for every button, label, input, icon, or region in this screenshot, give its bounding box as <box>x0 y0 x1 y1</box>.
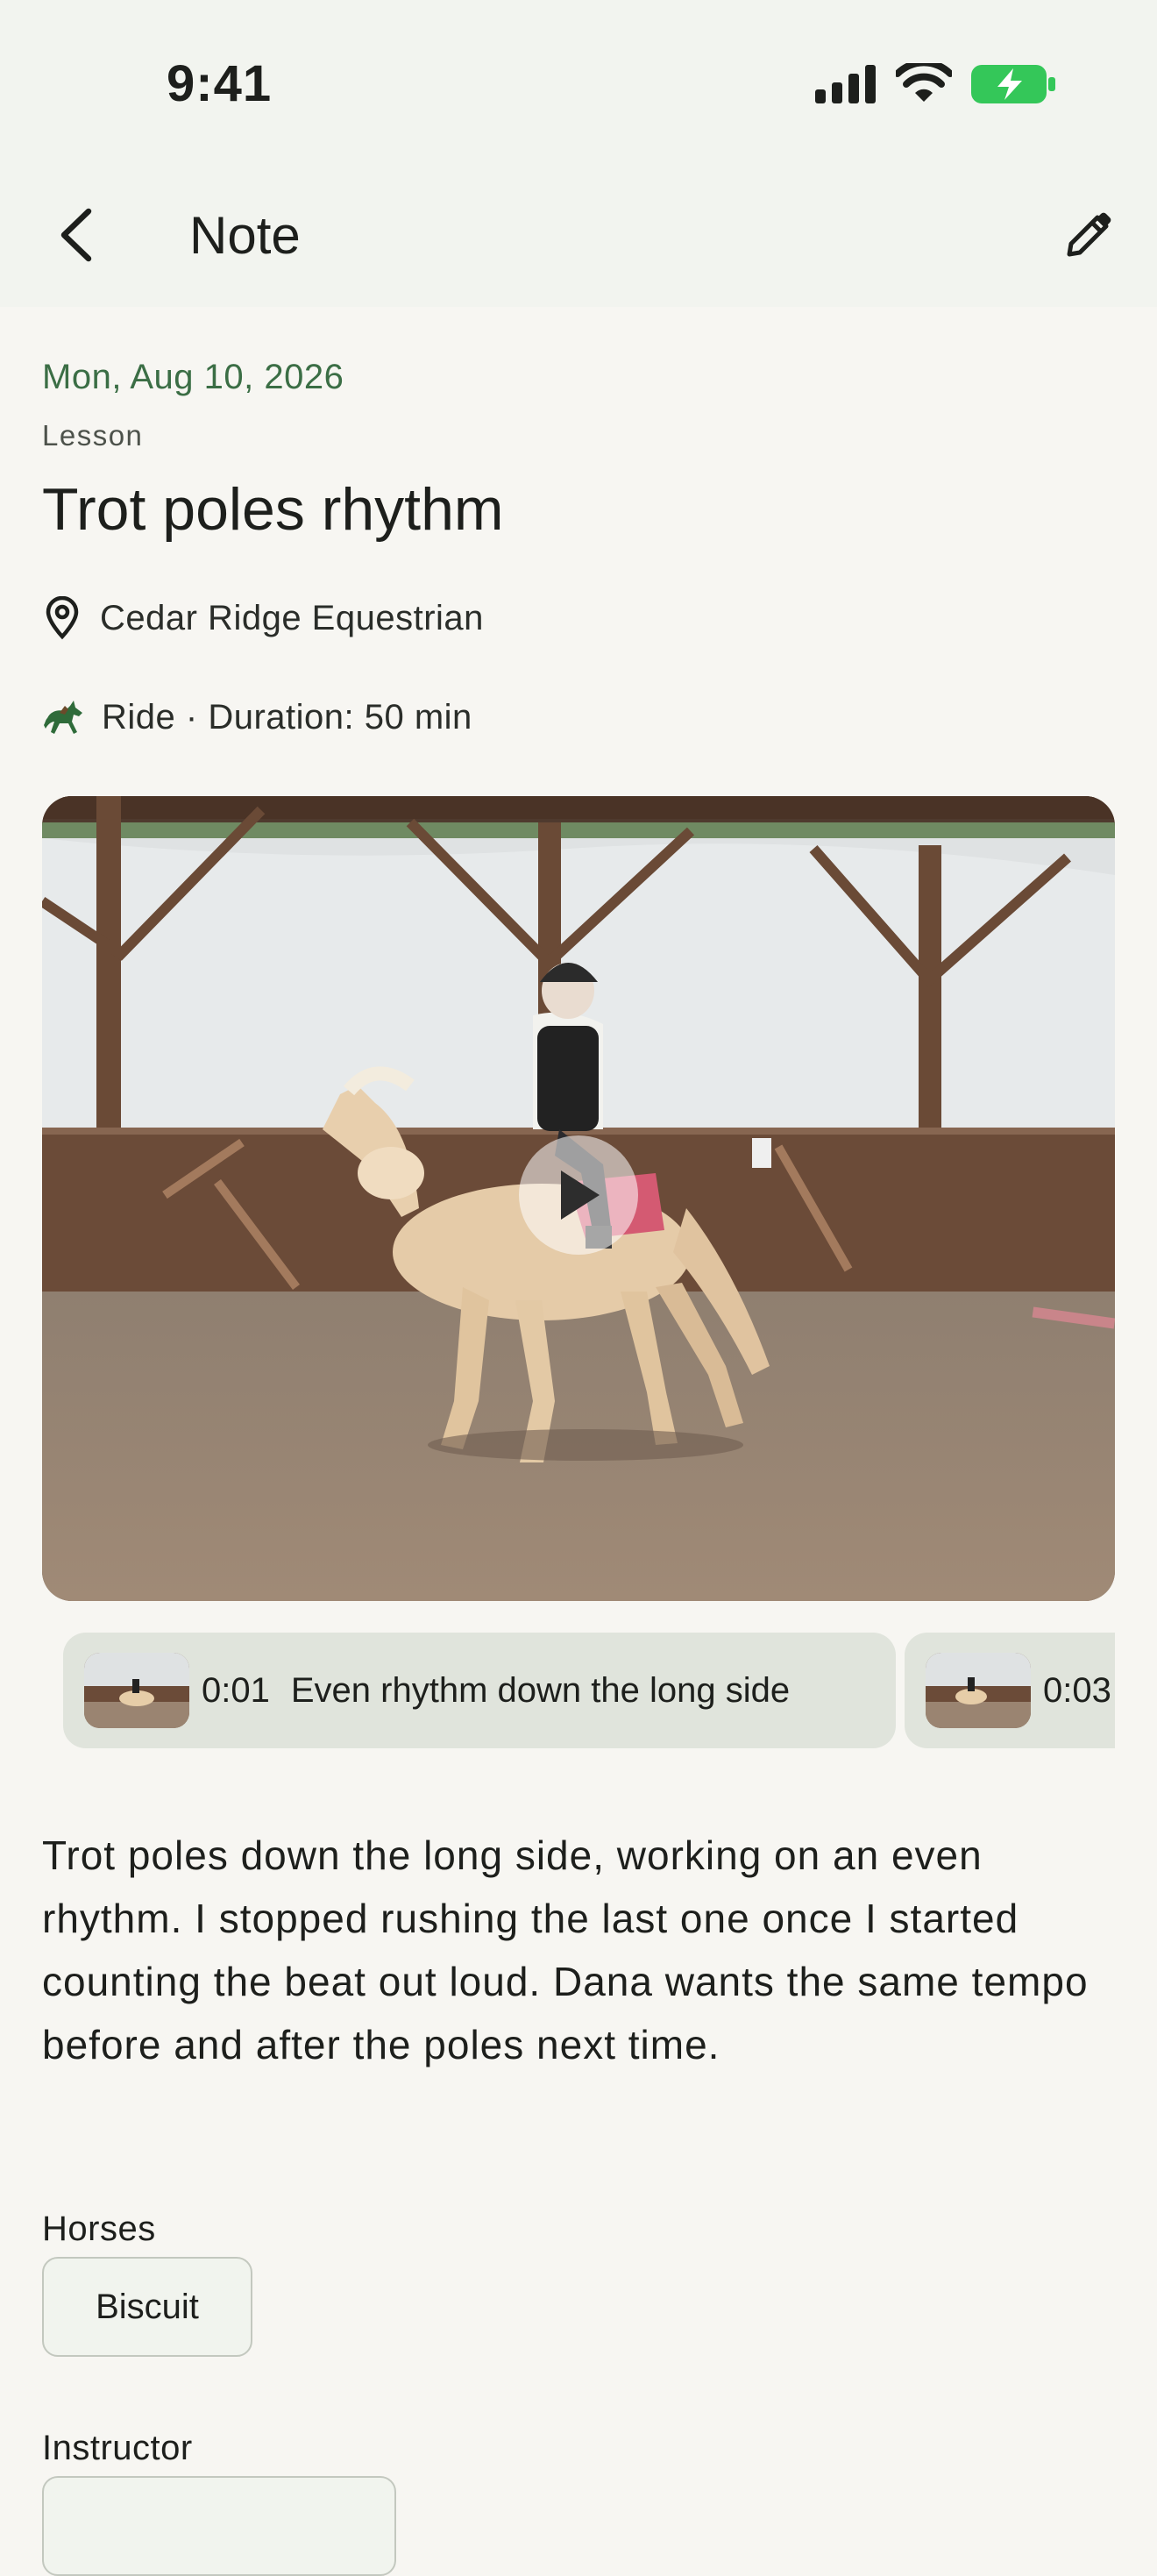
play-icon <box>561 1171 600 1220</box>
note-date: Mon, Aug 10, 2026 <box>42 358 344 396</box>
note-title: Trot poles rhythm <box>42 476 504 543</box>
horse-tag[interactable]: Biscuit <box>42 2257 252 2357</box>
ride-info-label: Ride · Duration: 50 min <box>102 698 472 737</box>
status-icons <box>815 63 1055 105</box>
location-row: Cedar Ridge Equestrian <box>42 596 484 640</box>
instructor-tag[interactable] <box>42 2476 396 2576</box>
location-pin-icon <box>46 596 79 640</box>
edit-button[interactable] <box>1052 198 1125 272</box>
ride-info-row: Ride · Duration: 50 min <box>42 698 472 737</box>
horses-section-label: Horses <box>42 2210 156 2248</box>
clip-time: 0:01 <box>202 1670 270 1710</box>
video-player[interactable] <box>42 796 1115 1601</box>
page-title: Note <box>189 206 301 265</box>
location-label: Cedar Ridge Equestrian <box>100 598 484 637</box>
battery-charging-icon <box>971 65 1055 103</box>
pencil-icon <box>1067 212 1111 257</box>
clip-time: 0:03 <box>1043 1670 1111 1710</box>
clip-chip[interactable]: 0:03 <box>905 1633 1115 1748</box>
clip-carousel[interactable]: 0:01 Even rhythm down the long side 0:03 <box>63 1633 1115 1748</box>
note-kind: Lesson <box>42 419 144 452</box>
clip-chip[interactable]: 0:01 Even rhythm down the long side <box>63 1633 896 1748</box>
back-arrow-icon <box>60 208 92 262</box>
status-time: 9:41 <box>167 55 273 112</box>
status-bar: 9:41 <box>0 0 1157 167</box>
wifi-icon <box>896 63 952 102</box>
horse-icon <box>44 700 82 734</box>
app-bar: Note <box>0 167 1157 307</box>
note-body: Trot poles down the long side, working o… <box>42 1832 1089 2067</box>
clip-thumbnail <box>926 1653 1031 1728</box>
play-button[interactable] <box>519 1135 638 1255</box>
instructor-section-label: Instructor <box>42 2429 193 2467</box>
cellular-signal-icon <box>815 65 876 103</box>
clip-label: Even rhythm down the long side <box>290 1670 791 1710</box>
clip-thumbnail <box>84 1653 189 1728</box>
back-button[interactable] <box>42 200 112 270</box>
